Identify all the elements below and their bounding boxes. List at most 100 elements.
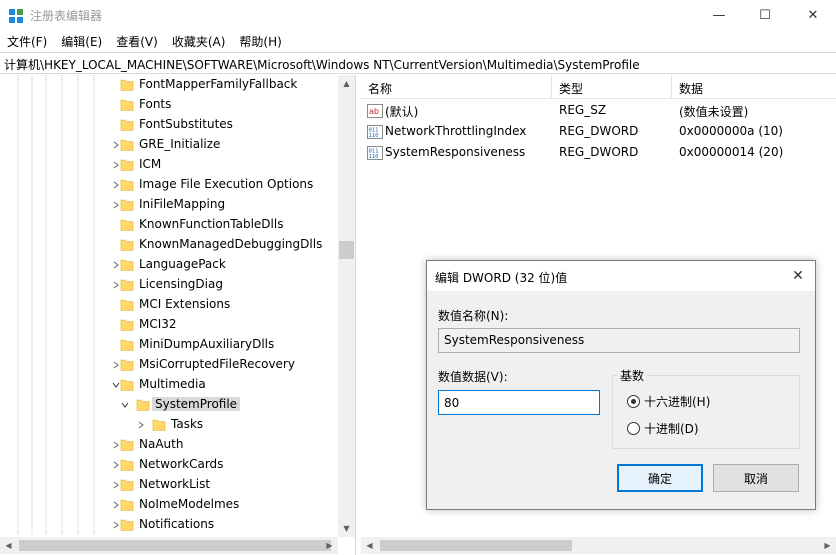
- folder-icon: [120, 259, 134, 271]
- folder-icon: [120, 499, 134, 511]
- tree-item[interactable]: KnownFunctionTableDlls: [0, 215, 340, 235]
- value-type: REG_DWORD: [559, 124, 639, 138]
- folder-icon: [120, 379, 134, 391]
- folder-icon: [120, 159, 134, 171]
- address-bar[interactable]: 计算机\HKEY_LOCAL_MACHINE\SOFTWARE\Microsof…: [0, 52, 836, 74]
- tree-item[interactable]: LicensingDiag: [0, 275, 340, 295]
- tree-item[interactable]: ICM: [0, 155, 340, 175]
- menu-edit[interactable]: 编辑(E): [54, 30, 109, 52]
- value-name-label: 数值名称(N):: [438, 309, 509, 323]
- chevron-right-icon[interactable]: [135, 415, 147, 435]
- tree-item[interactable]: MCI32: [0, 315, 340, 335]
- tree-item-label: MCI32: [139, 317, 177, 331]
- tree-item[interactable]: Multimedia: [0, 375, 340, 395]
- tree-item-label: Fonts: [139, 97, 172, 111]
- tree-item[interactable]: FontSubstitutes: [0, 115, 340, 135]
- tree-item[interactable]: FontMapperFamilyFallback: [0, 75, 340, 95]
- tree-item[interactable]: KnownManagedDebuggingDlls: [0, 235, 340, 255]
- hex-radio[interactable]: 十六进制(H): [627, 393, 710, 410]
- column-header-name[interactable]: 名称: [361, 75, 552, 99]
- tree-item[interactable]: LanguagePack: [0, 255, 340, 275]
- cancel-button[interactable]: 取消: [713, 464, 799, 492]
- folder-icon: [120, 279, 134, 291]
- binary-value-icon: 011 110: [367, 146, 383, 160]
- decimal-radio-label: 十进制(D): [644, 422, 699, 436]
- tree-item-label: ICM: [139, 157, 162, 171]
- decimal-radio[interactable]: 十进制(D): [627, 420, 699, 437]
- tree-item-label: Tasks: [171, 417, 204, 431]
- menu-file[interactable]: 文件(F): [0, 30, 54, 52]
- tree-hscroll-thumb[interactable]: [19, 540, 331, 551]
- minimize-button[interactable]: —: [696, 0, 742, 30]
- menu-favorites[interactable]: 收藏夹(A): [165, 30, 233, 52]
- tree-item[interactable]: MCI Extensions: [0, 295, 340, 315]
- value-horizontal-scrollbar[interactable]: ◀ ▶: [361, 537, 836, 554]
- value-data-input[interactable]: [438, 390, 600, 415]
- tree-scroll-thumb[interactable]: [339, 241, 354, 259]
- value-type: REG_SZ: [559, 103, 607, 117]
- tree-item[interactable]: SystemProfile: [0, 395, 340, 415]
- scroll-right-arrow-icon[interactable]: ▶: [321, 537, 338, 554]
- scroll-down-arrow-icon[interactable]: ▼: [338, 520, 355, 537]
- dialog-close-button[interactable]: ✕: [787, 265, 809, 287]
- value-name: (默认): [385, 105, 419, 119]
- svg-text:110: 110: [369, 154, 379, 160]
- menu-help[interactable]: 帮助(H): [232, 30, 288, 52]
- folder-icon: [120, 439, 134, 451]
- value-hscroll-thumb[interactable]: [380, 540, 572, 551]
- tree-item-label: Multimedia: [139, 377, 206, 391]
- tree-item-label: Image File Execution Options: [139, 177, 314, 191]
- folder-icon: [136, 399, 150, 411]
- radio-checked-icon[interactable]: [627, 395, 640, 408]
- value-row[interactable]: 011 110 SystemResponsiveness REG_DWORD 0…: [361, 142, 836, 163]
- tree-item-label: NetworkList: [139, 477, 211, 491]
- value-row[interactable]: 011 110 NetworkThrottlingIndex REG_DWORD…: [361, 121, 836, 142]
- menu-view[interactable]: 查看(V): [109, 30, 165, 52]
- folder-icon: [120, 319, 134, 331]
- tree-item[interactable]: MiniDumpAuxiliaryDlls: [0, 335, 340, 355]
- folder-icon: [120, 299, 134, 311]
- chevron-down-icon[interactable]: [119, 395, 131, 415]
- dialog-title: 编辑 DWORD (32 位)值: [435, 271, 568, 285]
- folder-icon: [120, 99, 134, 111]
- column-header-type[interactable]: 类型: [552, 75, 672, 99]
- scroll-left-arrow-icon[interactable]: ◀: [0, 537, 17, 554]
- value-data: 0x0000000a (10): [679, 124, 783, 138]
- scroll-right-arrow-icon[interactable]: ▶: [819, 537, 836, 554]
- tree-item-label: NoImeModelmes: [139, 497, 240, 511]
- tree-item[interactable]: MsiCorruptedFileRecovery: [0, 355, 340, 375]
- regedit-app-icon: [9, 9, 23, 23]
- folder-icon: [120, 459, 134, 471]
- value-name-field: SystemResponsiveness: [438, 328, 800, 353]
- dialog-title-bar: 编辑 DWORD (32 位)值 ✕: [427, 261, 815, 291]
- tree-item[interactable]: IniFileMapping: [0, 195, 340, 215]
- tree-item[interactable]: Image File Execution Options: [0, 175, 340, 195]
- radio-unchecked-icon[interactable]: [627, 422, 640, 435]
- tree-item-label: NaAuth: [139, 437, 184, 451]
- tree-item[interactable]: Fonts: [0, 95, 340, 115]
- value-row[interactable]: ab (默认) REG_SZ (数值未设置): [361, 100, 836, 121]
- folder-icon: [120, 119, 134, 131]
- tree-item[interactable]: Tasks: [0, 415, 340, 435]
- folder-icon: [120, 139, 134, 151]
- scroll-left-arrow-icon[interactable]: ◀: [361, 537, 378, 554]
- tree-item[interactable]: NaAuth: [0, 435, 340, 455]
- svg-text:110: 110: [369, 133, 379, 139]
- menu-bar: 文件(F) 编辑(E) 查看(V) 收藏夹(A) 帮助(H): [0, 30, 836, 52]
- close-window-button[interactable]: ✕: [790, 0, 836, 30]
- tree-item[interactable]: NetworkList: [0, 475, 340, 495]
- ok-button[interactable]: 确定: [617, 464, 703, 492]
- folder-icon: [152, 419, 166, 431]
- folder-icon: [120, 479, 134, 491]
- tree-item[interactable]: NetworkCards: [0, 455, 340, 475]
- tree-item-label: IniFileMapping: [139, 197, 226, 211]
- scroll-up-arrow-icon[interactable]: ▲: [338, 75, 355, 92]
- maximize-button[interactable]: ☐: [742, 0, 788, 30]
- tree-item[interactable]: Notifications: [0, 515, 340, 535]
- tree-vertical-scrollbar[interactable]: ▲ ▼: [338, 75, 355, 537]
- column-header-data[interactable]: 数据: [672, 75, 836, 99]
- value-name: SystemResponsiveness: [385, 145, 526, 159]
- tree-item[interactable]: NoImeModelmes: [0, 495, 340, 515]
- tree-horizontal-scrollbar[interactable]: ◀ ▶: [0, 537, 338, 554]
- tree-item[interactable]: GRE_Initialize: [0, 135, 340, 155]
